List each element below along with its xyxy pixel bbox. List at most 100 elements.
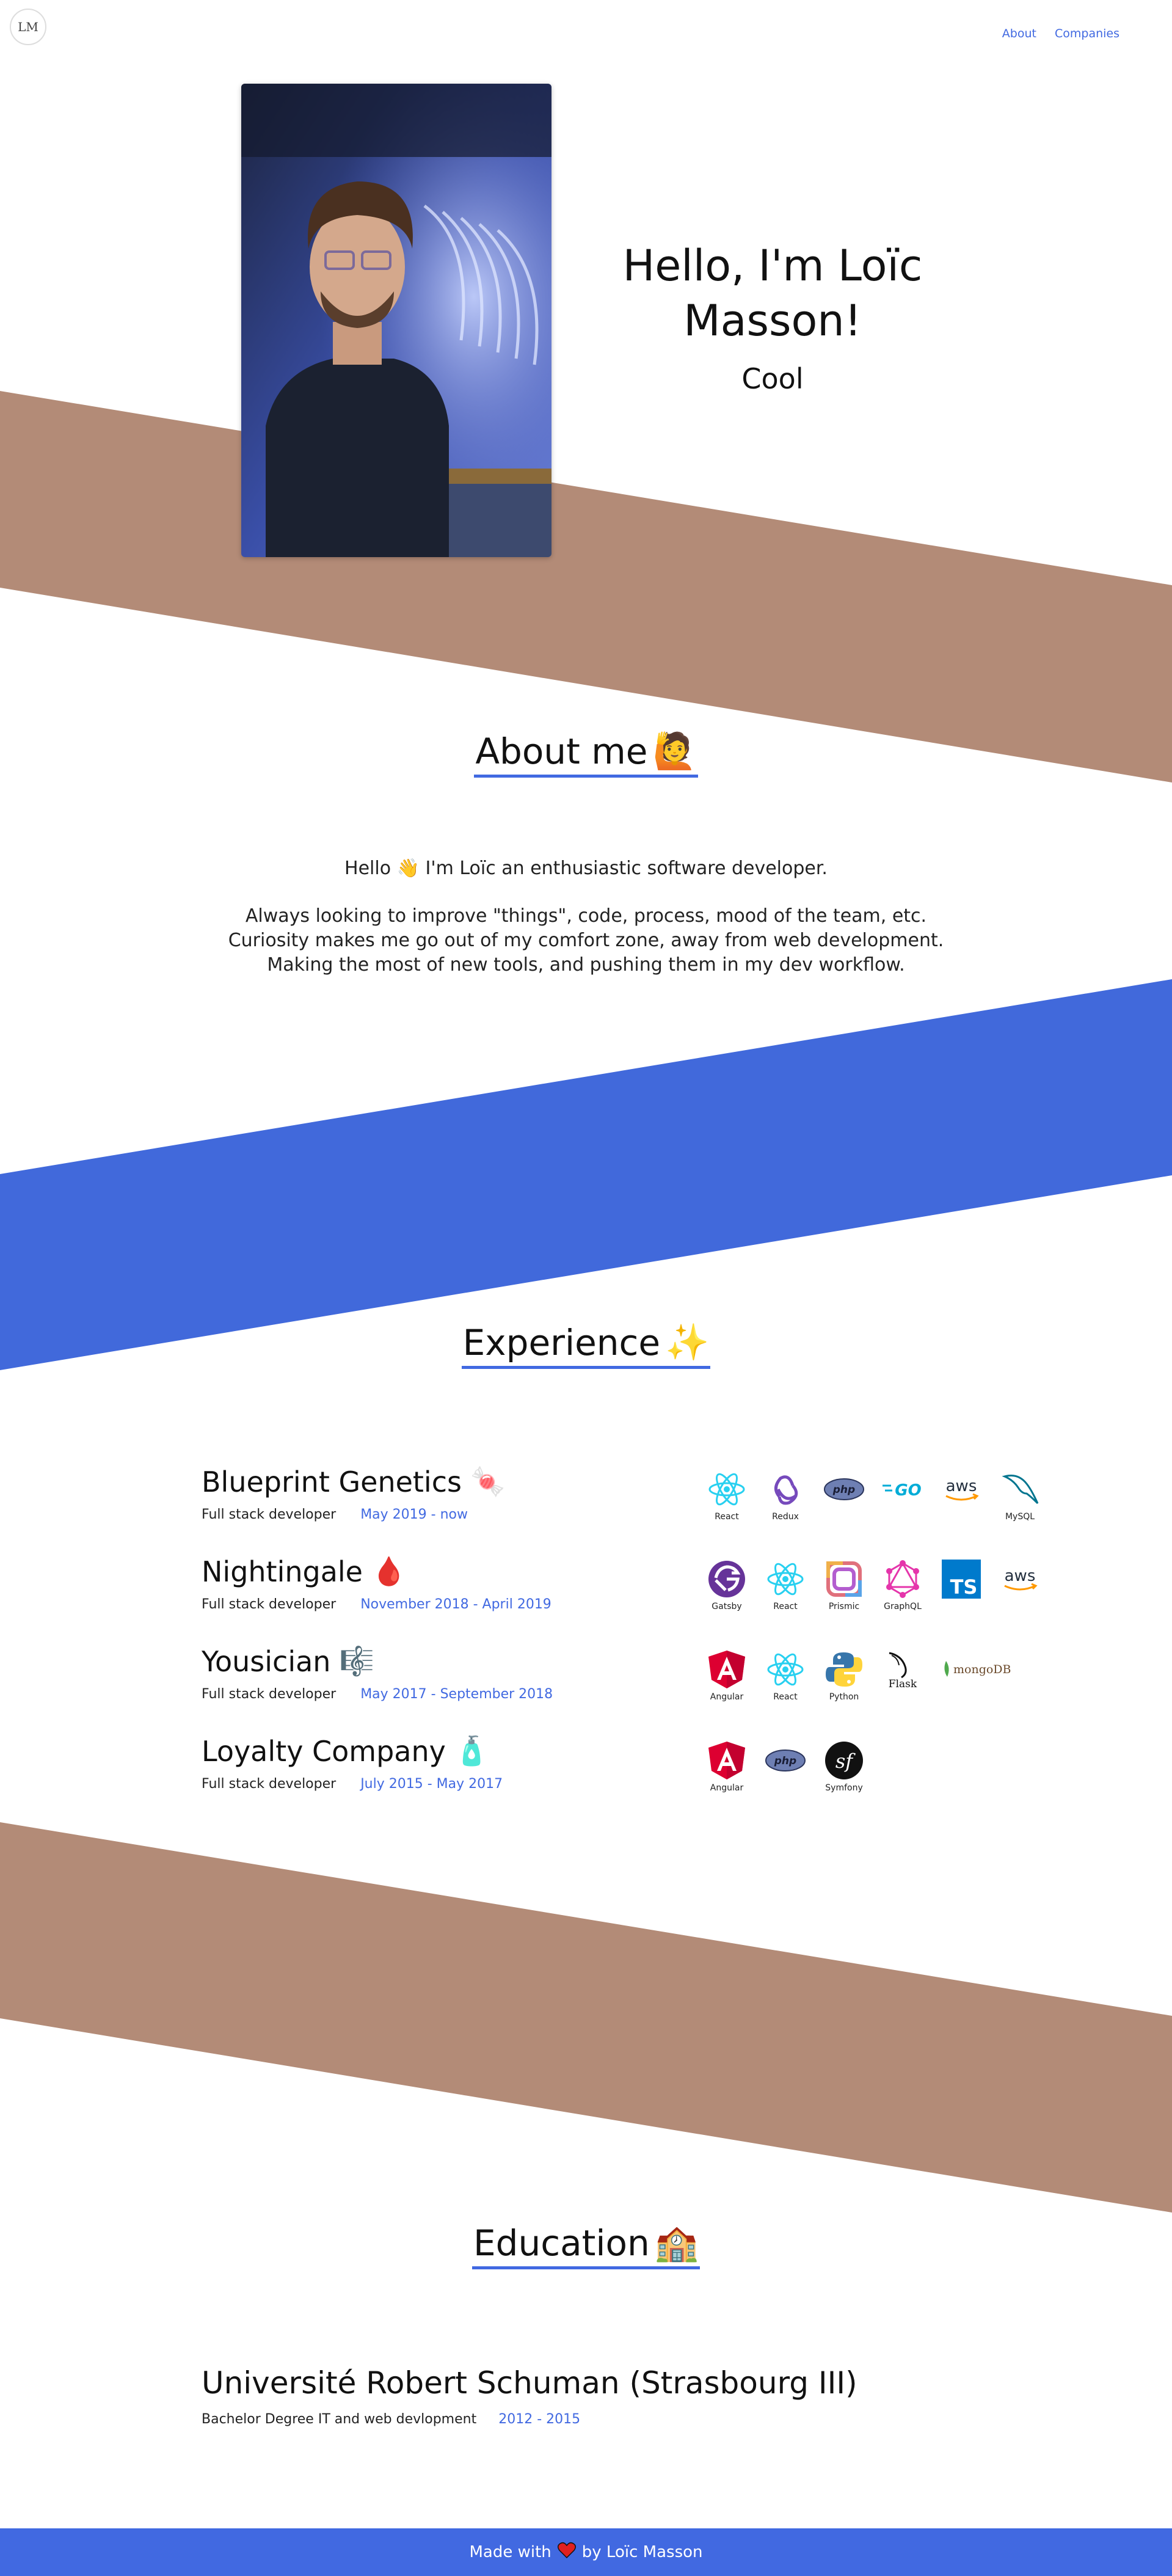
- tech-mysql: MySQL: [999, 1469, 1041, 1522]
- tech-angular: Angular: [705, 1649, 748, 1702]
- lotion-bottle-icon: 🧴: [454, 1734, 490, 1767]
- job-blueprint-genetics: Blueprint Genetics 🍬 Full stack developer…: [202, 1465, 505, 1522]
- tech-label: React: [715, 1512, 739, 1522]
- react-icon: [705, 1469, 748, 1509]
- aws-icon: aws: [940, 1469, 983, 1509]
- background-bands: [0, 0, 1172, 2576]
- tech-label: Prismic: [828, 1602, 860, 1611]
- job-loyalty-company: Loyalty Company 🧴 Full stack developer Jul…: [202, 1734, 503, 1792]
- about-line: Always looking to improve "things", code…: [245, 905, 927, 927]
- company-name: Loyalty Company: [202, 1734, 446, 1768]
- gatsby-icon: [705, 1559, 748, 1599]
- svg-text:aws: aws: [1005, 1567, 1036, 1585]
- about-hello: Hello: [344, 858, 391, 879]
- svg-text:php: php: [774, 1755, 796, 1767]
- tech-graphql: GraphQL: [881, 1559, 924, 1611]
- job-period: July 2015 - May 2017: [360, 1776, 503, 1792]
- tech-label: Gatsby: [712, 1602, 742, 1611]
- job-period: May 2019 - now: [360, 1507, 468, 1522]
- redux-icon: [764, 1469, 807, 1509]
- svg-text:TS: TS: [950, 1575, 978, 1599]
- raising-hand-icon: 🙋: [652, 730, 697, 772]
- company-name: Blueprint Genetics: [202, 1465, 462, 1498]
- flask-icon: Flask: [881, 1649, 924, 1690]
- tech-stack-yousician: Angular React Python Flask mongoDB: [705, 1649, 1025, 1702]
- python-icon: [823, 1649, 865, 1690]
- typescript-icon: TS: [940, 1559, 983, 1599]
- react-icon: [764, 1559, 807, 1599]
- tech-redux: Redux: [764, 1469, 807, 1522]
- tech-python: Python: [823, 1649, 865, 1702]
- aws-icon: aws: [999, 1559, 1041, 1599]
- education-period: 2012 - 2015: [498, 2412, 581, 2427]
- nav-link-about[interactable]: About: [1002, 27, 1036, 40]
- nav-link-companies[interactable]: Companies: [1055, 27, 1119, 40]
- sparkles-icon: ✨: [665, 1321, 710, 1363]
- svg-text:GO: GO: [895, 1481, 921, 1500]
- tech-label: Symfony: [825, 1783, 863, 1793]
- candy-icon: 🍬: [470, 1465, 506, 1498]
- php-icon: php: [823, 1469, 865, 1509]
- site-logo[interactable]: LM: [10, 9, 46, 45]
- education-heading-text: Education: [473, 2222, 650, 2264]
- tech-react: React: [764, 1649, 807, 1702]
- about-heading: About me 🙋: [0, 730, 1172, 778]
- logo-text: LM: [18, 20, 38, 34]
- svg-text:aws: aws: [946, 1477, 977, 1495]
- about-intro: Hello 👋 I'm Loïc an enthusiastic softwar…: [0, 856, 1172, 881]
- tech-aws: aws: [940, 1469, 983, 1522]
- php-icon: php: [764, 1740, 807, 1781]
- top-nav: About Companies: [1002, 27, 1119, 40]
- hero-brown-band: [0, 391, 1172, 783]
- tech-label: Python: [829, 1692, 859, 1702]
- svg-text:mongoDB: mongoDB: [953, 1663, 1011, 1676]
- hero-title: Hello, I'm Loïc Masson!: [622, 241, 923, 346]
- tech-go: GO: [881, 1469, 924, 1522]
- tech-gatsby: Gatsby: [705, 1559, 748, 1611]
- mysql-icon: [999, 1469, 1041, 1509]
- angular-icon: [705, 1740, 748, 1781]
- job-yousician: Yousician 🎼 Full stack developer May 2017 …: [202, 1644, 553, 1702]
- about-description: Always looking to improve "things", code…: [0, 904, 1172, 977]
- go-icon: GO: [881, 1469, 924, 1509]
- company-name: Nightingale: [202, 1555, 363, 1588]
- symfony-icon: sf: [823, 1740, 865, 1781]
- job-period: May 2017 - September 2018: [360, 1687, 553, 1702]
- tech-react: React: [705, 1469, 748, 1522]
- experience-brown-band: [0, 1822, 1172, 2213]
- site-footer: Made with by Loïc Masson: [0, 2528, 1172, 2576]
- prismic-icon: [823, 1559, 865, 1599]
- experience-heading-text: Experience: [462, 1321, 661, 1363]
- profile-photo: [241, 84, 551, 557]
- heart-icon: [557, 2542, 576, 2563]
- angular-icon: [705, 1649, 748, 1690]
- tech-aws: aws: [999, 1559, 1041, 1611]
- job-role: Full stack developer: [202, 1687, 337, 1702]
- about-heading-text: About me: [475, 730, 648, 772]
- tech-label: Redux: [772, 1512, 799, 1522]
- musical-score-icon: 🎼: [339, 1644, 374, 1677]
- job-nightingale: Nightingale 🩸 Full stack developer Novembe…: [202, 1555, 551, 1612]
- company-name: Yousician: [202, 1644, 331, 1678]
- job-period: November 2018 - April 2019: [360, 1597, 551, 1612]
- about-line: Curiosity makes me go out of my comfort …: [228, 930, 944, 951]
- tech-stack-loyalty: Angular php sf Symfony: [705, 1740, 865, 1793]
- tech-typescript: TS: [940, 1559, 983, 1611]
- react-icon: [764, 1649, 807, 1690]
- tech-label: Angular: [710, 1692, 744, 1702]
- tech-label: MySQL: [1005, 1512, 1035, 1522]
- waving-hand-icon: 👋: [396, 858, 420, 879]
- about-line: Making the most of new tools, and pushin…: [267, 954, 905, 976]
- drop-of-blood-icon: 🩸: [371, 1555, 407, 1588]
- tech-label: React: [773, 1602, 798, 1611]
- job-role: Full stack developer: [202, 1597, 337, 1612]
- tech-mongodb: mongoDB: [940, 1649, 1025, 1702]
- tech-angular: Angular: [705, 1740, 748, 1793]
- svg-text:php: php: [832, 1484, 855, 1496]
- mongodb-icon: mongoDB: [940, 1649, 1025, 1690]
- about-intro-text: I'm Loïc an enthusiastic software develo…: [425, 858, 828, 879]
- tech-stack-blueprint: React Redux php GO aws MySQL: [705, 1469, 1041, 1522]
- footer-author: by Loïc Masson: [581, 2543, 703, 2561]
- experience-heading: Experience ✨: [0, 1321, 1172, 1369]
- job-role: Full stack developer: [202, 1776, 337, 1792]
